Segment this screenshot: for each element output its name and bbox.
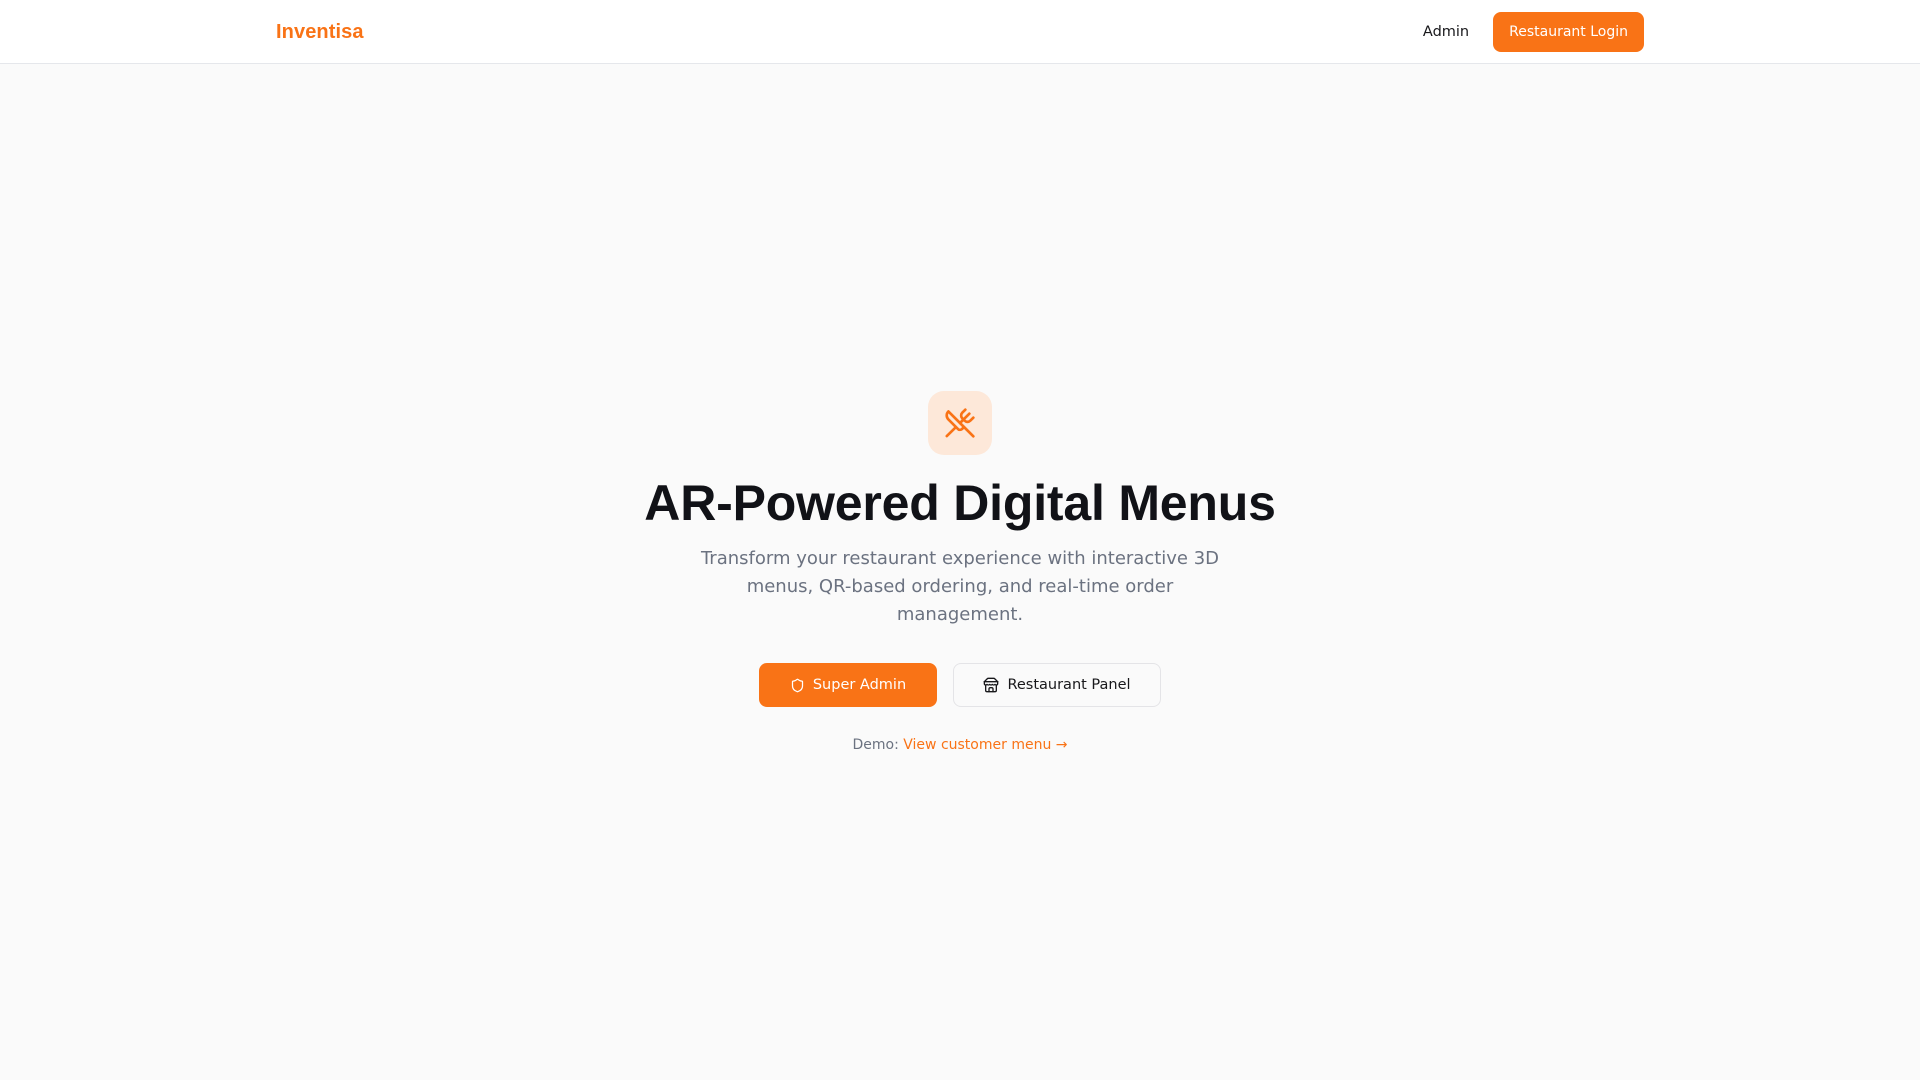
admin-link[interactable]: Admin bbox=[1423, 24, 1469, 40]
view-customer-menu-link[interactable]: View customer menu → bbox=[903, 737, 1067, 753]
header-nav: Admin Restaurant Login bbox=[1423, 12, 1644, 52]
restaurant-login-button[interactable]: Restaurant Login bbox=[1493, 12, 1644, 52]
top-header: Inventisa Admin Restaurant Login bbox=[0, 0, 1920, 64]
utensils-crossed-icon bbox=[945, 408, 975, 438]
demo-prefix: Demo: bbox=[852, 737, 899, 753]
super-admin-label: Super Admin bbox=[812, 677, 907, 693]
brand-logo[interactable]: Inventisa bbox=[276, 21, 364, 44]
shield-icon bbox=[791, 678, 803, 692]
hero-subtitle: Transform your restaurant experience wit… bbox=[700, 548, 1220, 625]
restaurant-panel-button[interactable]: Restaurant Panel bbox=[953, 663, 1161, 707]
hero-title: AR-Powered Digital Menus bbox=[644, 475, 1276, 531]
hero-section: AR-Powered Digital Menus Transform your … bbox=[0, 391, 1920, 753]
super-admin-button[interactable]: Super Admin bbox=[759, 663, 937, 707]
store-icon bbox=[984, 677, 999, 693]
header-container: Inventisa Admin Restaurant Login bbox=[276, 0, 1644, 64]
demo-line: Demo: View customer menu → bbox=[852, 737, 1067, 753]
restaurant-panel-label: Restaurant Panel bbox=[1007, 677, 1131, 693]
hero-logo-tile bbox=[928, 391, 992, 455]
hero-actions: Super Admin Restaurant Panel bbox=[759, 663, 1161, 707]
